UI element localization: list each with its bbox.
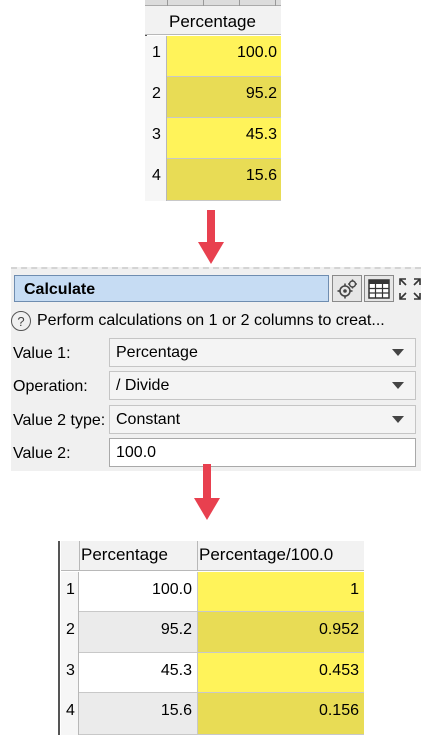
row-number[interactable]: 4 (145, 159, 167, 201)
table-icon (368, 278, 390, 299)
help-text: Perform calculations on 1 or 2 columns t… (37, 312, 385, 329)
column-header-result[interactable]: Percentage/100.0 (199, 545, 333, 565)
row-number[interactable]: 1 (145, 36, 167, 77)
value1-label: Value 1: (13, 345, 71, 362)
chevron-down-icon (392, 349, 404, 356)
table-cell[interactable]: 0.952 (197, 612, 364, 653)
table-left-border (58, 541, 60, 735)
table-cell[interactable]: 0.453 (197, 653, 364, 693)
value1-dropdown[interactable]: Percentage (109, 338, 416, 367)
value2-type-dropdown[interactable]: Constant (109, 405, 416, 434)
column-divider (197, 541, 198, 571)
flow-arrow-shaft (203, 464, 211, 500)
table-cell[interactable]: 95.2 (79, 612, 197, 653)
settings-icon (337, 279, 357, 298)
table-cell[interactable]: 45.3 (79, 653, 197, 693)
table-cell[interactable]: 95.2 (167, 77, 281, 118)
row-number[interactable]: 3 (61, 653, 79, 693)
flow-arrow-down-icon (198, 242, 224, 264)
panel-title-bar[interactable]: Calculate (14, 275, 329, 302)
result-table: Percentage Percentage/100.0 1 100.0 1 2 … (58, 541, 364, 735)
flow-arrow-down-icon (194, 498, 220, 520)
value2-type-label: Value 2 type: (13, 412, 106, 429)
table-cell[interactable]: 15.6 (79, 693, 197, 735)
value2-input[interactable]: 100.0 (109, 438, 416, 467)
row-number[interactable]: 1 (61, 572, 79, 612)
panel-title: Calculate (24, 281, 96, 298)
operation-selected: / Divide (116, 377, 170, 394)
table-header-row: Percentage (145, 6, 281, 35)
table-cell[interactable]: 15.6 (167, 159, 281, 201)
table-view-button[interactable] (364, 275, 394, 302)
chevron-down-icon (392, 416, 404, 423)
table-cell[interactable]: 100.0 (167, 36, 281, 77)
help-icon[interactable]: ? (11, 311, 31, 331)
help-description: ? Perform calculations on 1 or 2 columns… (11, 311, 385, 331)
table-cell[interactable]: 100.0 (79, 572, 197, 612)
maximize-button[interactable] (395, 275, 422, 302)
value2-type-selected: Constant (116, 411, 181, 428)
row-number[interactable]: 2 (145, 77, 167, 118)
calculate-panel: Calculate ? Perform calculations on 1 or… (11, 267, 421, 471)
column-header-percentage[interactable]: Percentage (81, 545, 168, 565)
operation-dropdown[interactable]: / Divide (109, 371, 416, 400)
row-number[interactable]: 4 (61, 693, 79, 735)
flow-arrow-shaft (207, 210, 215, 244)
panel-top-border (11, 267, 421, 273)
chevron-down-icon (392, 382, 404, 389)
table-cell[interactable]: 1 (197, 572, 364, 612)
table-cell[interactable]: 45.3 (167, 118, 281, 159)
source-table: Percentage 1 100.0 2 95.2 3 45.3 4 15.6 (145, 0, 281, 201)
row-number[interactable]: 2 (61, 612, 79, 653)
settings-button[interactable] (332, 275, 362, 302)
operation-label: Operation: (13, 378, 88, 395)
value2-label: Value 2: (13, 445, 71, 462)
column-divider (79, 541, 80, 571)
maximize-icon (399, 277, 421, 300)
row-number[interactable]: 3 (145, 118, 167, 159)
value2-value: 100.0 (116, 444, 157, 461)
table-cell[interactable]: 0.156 (197, 693, 364, 735)
value1-selected: Percentage (116, 344, 198, 361)
column-header-percentage[interactable]: Percentage (169, 12, 256, 32)
